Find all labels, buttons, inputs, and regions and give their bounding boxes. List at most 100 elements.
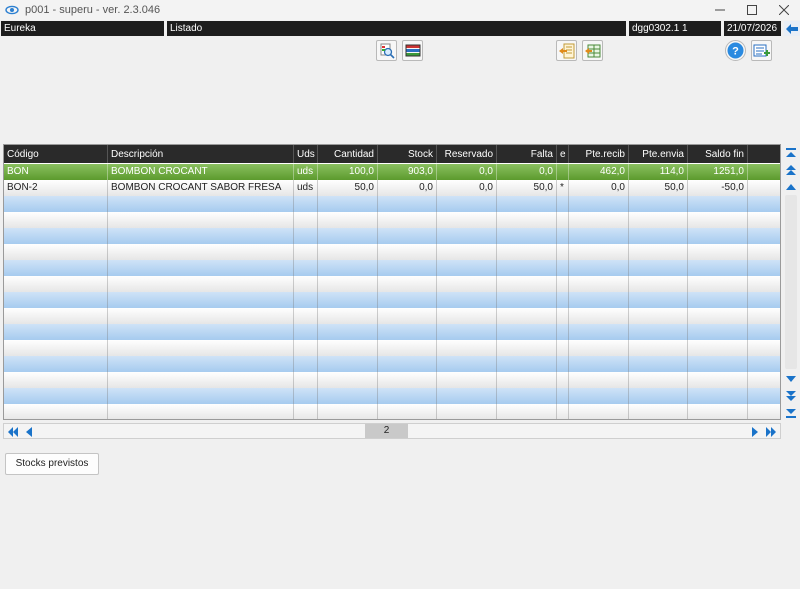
table-row[interactable]: BON-2 BOMBON CROCANT SABOR FRESA uds 50,0 0,… bbox=[4, 180, 780, 196]
import-button[interactable] bbox=[556, 40, 577, 61]
last-page-button[interactable] bbox=[764, 425, 778, 438]
next-page-button[interactable] bbox=[748, 425, 762, 438]
first-page-button[interactable] bbox=[6, 425, 20, 438]
col-header-saldo-fin[interactable]: Saldo fin bbox=[688, 145, 748, 163]
table-cell bbox=[4, 228, 108, 244]
page-number[interactable]: 2 bbox=[365, 424, 408, 438]
col-header-cantidad[interactable]: Cantidad bbox=[318, 145, 378, 163]
row-down-button[interactable] bbox=[783, 372, 799, 386]
close-button[interactable] bbox=[768, 0, 800, 20]
table-cell bbox=[497, 212, 557, 228]
table-cell bbox=[557, 308, 569, 324]
table-cell bbox=[4, 212, 108, 228]
col-header-stock[interactable]: Stock bbox=[378, 145, 437, 163]
table-cell bbox=[4, 196, 108, 212]
row-up-button[interactable] bbox=[783, 180, 799, 194]
table-cell bbox=[688, 244, 748, 260]
table-cell bbox=[294, 372, 318, 388]
empty-table-row[interactable] bbox=[4, 244, 780, 260]
screen-field: Listado bbox=[167, 21, 626, 36]
table-cell bbox=[497, 228, 557, 244]
table-cell bbox=[378, 276, 437, 292]
table-cell: 1251,0 bbox=[688, 164, 748, 180]
table-cell bbox=[294, 260, 318, 276]
empty-table-row[interactable] bbox=[4, 228, 780, 244]
table-cell bbox=[497, 260, 557, 276]
table-cell bbox=[378, 308, 437, 324]
empty-table-row[interactable] bbox=[4, 356, 780, 372]
page-up-button[interactable] bbox=[783, 163, 799, 177]
table-cell: 50,0 bbox=[497, 180, 557, 196]
col-header-reservado[interactable]: Reservado bbox=[437, 145, 497, 163]
scroll-bottom-button[interactable] bbox=[783, 406, 799, 420]
table-cell bbox=[108, 292, 294, 308]
stock-grid[interactable]: Código Descripción Uds Cantidad Stock Re… bbox=[3, 144, 781, 420]
empty-table-row[interactable] bbox=[4, 276, 780, 292]
help-button[interactable]: ? bbox=[725, 40, 746, 61]
col-header-pte-recib[interactable]: Pte.recib bbox=[569, 145, 629, 163]
table-cell bbox=[569, 308, 629, 324]
table-cell bbox=[557, 244, 569, 260]
table-cell bbox=[688, 324, 748, 340]
stocks-previstos-button[interactable]: Stocks previstos bbox=[5, 453, 99, 475]
scroll-top-button[interactable] bbox=[783, 146, 799, 160]
table-cell bbox=[497, 308, 557, 324]
page-down-button[interactable] bbox=[783, 389, 799, 403]
vertical-scroll[interactable] bbox=[782, 144, 800, 420]
table-cell bbox=[748, 356, 780, 372]
empty-table-row[interactable] bbox=[4, 212, 780, 228]
table-cell bbox=[629, 356, 688, 372]
minimize-icon bbox=[715, 9, 725, 11]
table-cell bbox=[688, 404, 748, 419]
table-cell bbox=[294, 196, 318, 212]
table-cell bbox=[437, 340, 497, 356]
table-cell bbox=[569, 228, 629, 244]
table-cell bbox=[497, 276, 557, 292]
table-cell bbox=[569, 388, 629, 404]
empty-table-row[interactable] bbox=[4, 196, 780, 212]
table-cell bbox=[378, 212, 437, 228]
empty-table-row[interactable] bbox=[4, 292, 780, 308]
table-cell bbox=[688, 340, 748, 356]
table-cell: 0,0 bbox=[378, 180, 437, 196]
export-grid-button[interactable] bbox=[582, 40, 603, 61]
colors-button[interactable] bbox=[402, 40, 423, 61]
import-icon bbox=[558, 43, 574, 58]
empty-table-row[interactable] bbox=[4, 340, 780, 356]
empty-table-row[interactable] bbox=[4, 404, 780, 419]
empty-table-row[interactable] bbox=[4, 372, 780, 388]
chevron-up-icon bbox=[786, 184, 796, 190]
empty-table-row[interactable] bbox=[4, 260, 780, 276]
table-cell bbox=[748, 292, 780, 308]
empty-table-row[interactable] bbox=[4, 388, 780, 404]
col-header-codigo[interactable]: Código bbox=[4, 145, 108, 163]
table-cell bbox=[378, 292, 437, 308]
table-cell bbox=[108, 372, 294, 388]
table-cell bbox=[437, 388, 497, 404]
prev-page-button[interactable] bbox=[22, 425, 36, 438]
table-cell: -50,0 bbox=[688, 180, 748, 196]
minimize-button[interactable] bbox=[704, 0, 736, 20]
table-cell bbox=[437, 404, 497, 419]
table-cell bbox=[378, 340, 437, 356]
table-cell bbox=[4, 260, 108, 276]
col-header-uds[interactable]: Uds bbox=[294, 145, 318, 163]
table-cell bbox=[557, 196, 569, 212]
edit-list-button[interactable] bbox=[751, 40, 772, 61]
empty-table-row[interactable] bbox=[4, 324, 780, 340]
col-header-descripcion[interactable]: Descripción bbox=[108, 145, 294, 163]
back-button[interactable] bbox=[784, 21, 800, 36]
scroll-track[interactable] bbox=[785, 195, 797, 369]
table-row[interactable]: BON BOMBON CROCANT uds 100,0 903,0 0,0 0,0 462,… bbox=[4, 164, 780, 180]
table-cell bbox=[629, 308, 688, 324]
col-header-pte-envia[interactable]: Pte.envia bbox=[629, 145, 688, 163]
col-header-e[interactable]: e bbox=[557, 145, 569, 163]
empty-table-row[interactable] bbox=[4, 308, 780, 324]
col-header-falta[interactable]: Falta bbox=[497, 145, 557, 163]
search-button[interactable] bbox=[376, 40, 397, 61]
table-cell bbox=[557, 276, 569, 292]
table-cell: 114,0 bbox=[629, 164, 688, 180]
table-cell bbox=[437, 196, 497, 212]
table-cell: * bbox=[557, 180, 569, 196]
maximize-button[interactable] bbox=[736, 0, 768, 20]
